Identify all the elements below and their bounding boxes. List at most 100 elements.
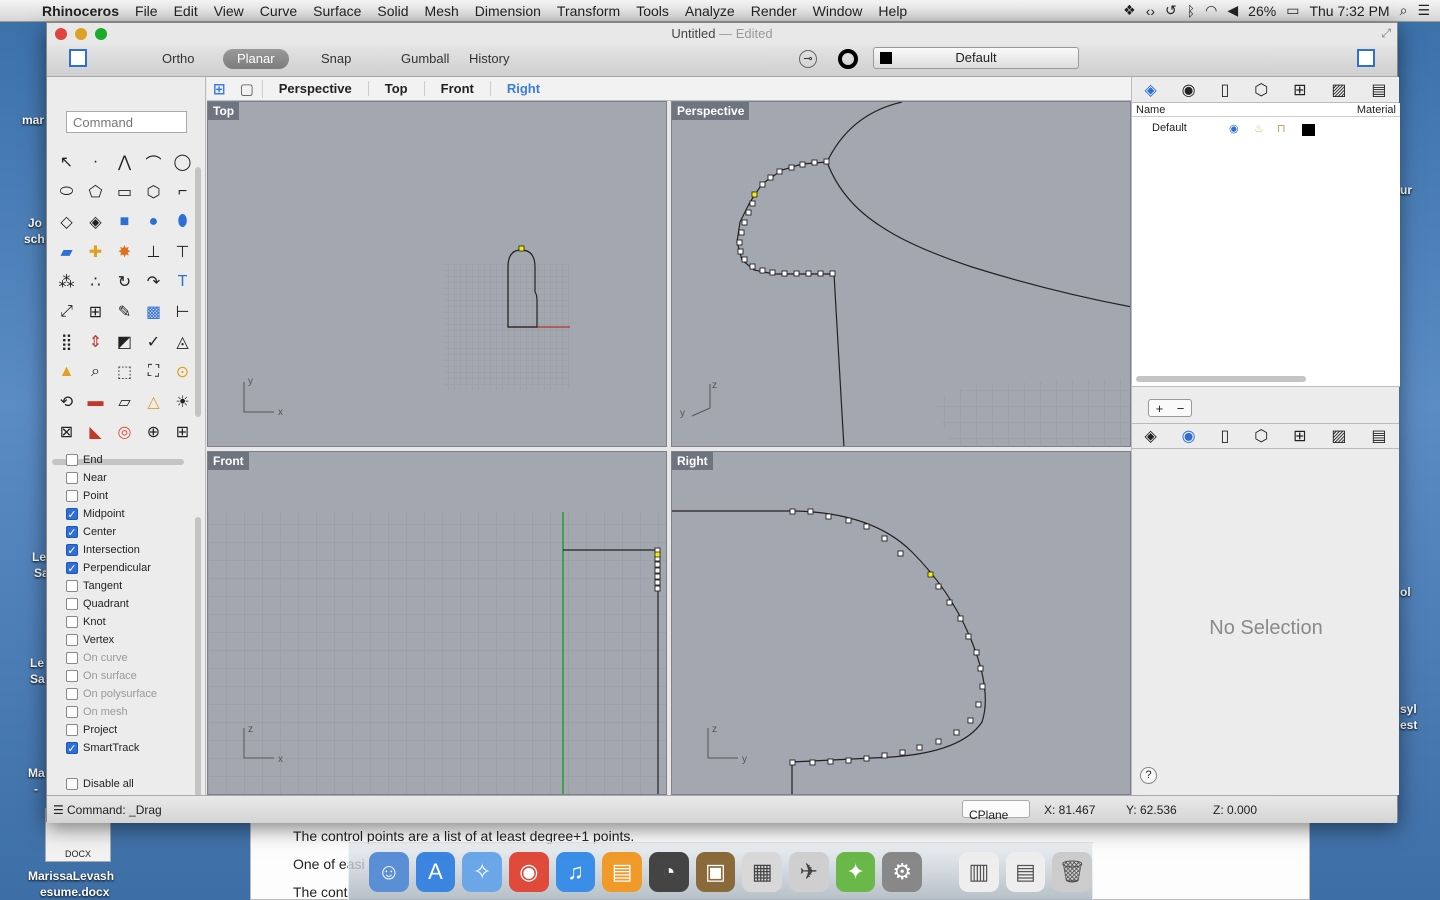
zoom-selected-tool-icon[interactable]: ⊙ bbox=[168, 357, 197, 387]
render-material-icon[interactable] bbox=[838, 49, 858, 69]
notes-panel-icon[interactable]: ▯ bbox=[1221, 80, 1230, 100]
checkbox[interactable]: ✓ bbox=[66, 562, 78, 575]
render-tool-icon[interactable]: ◣ bbox=[81, 417, 110, 447]
layer-color-swatch[interactable] bbox=[1302, 124, 1315, 136]
grid-tool-icon[interactable]: ⣿ bbox=[52, 327, 81, 357]
desktop-file-name[interactable]: esume.docx bbox=[40, 885, 109, 899]
tab-top[interactable]: Top bbox=[369, 81, 425, 96]
polyline-tool-icon[interactable]: ⋀ bbox=[110, 147, 139, 177]
display-panel-icon[interactable]: ▨ bbox=[1331, 426, 1346, 446]
menu-app-name[interactable]: Rhinoceros bbox=[34, 3, 127, 19]
desktop-label[interactable]: ur bbox=[1400, 183, 1412, 197]
checkbox[interactable] bbox=[66, 580, 78, 592]
dimension-tool-icon[interactable]: ⊢ bbox=[168, 297, 197, 327]
menu-dimension[interactable]: Dimension bbox=[467, 3, 549, 19]
menu-curve[interactable]: Curve bbox=[252, 3, 305, 19]
boolean-tool-icon[interactable]: ● bbox=[139, 207, 168, 237]
dashboard-icon[interactable]: ◔ bbox=[649, 851, 689, 892]
move-tool-icon[interactable]: ⤢ bbox=[52, 297, 81, 327]
transform-tool-icon[interactable]: ⇕ bbox=[81, 327, 110, 357]
check-tool-icon[interactable]: ✓ bbox=[139, 327, 168, 357]
tool-palette-vscrollbar[interactable] bbox=[195, 167, 201, 417]
osnap-vertex[interactable]: Vertex bbox=[66, 631, 157, 649]
time-machine-icon[interactable]: ↺ bbox=[1165, 2, 1177, 19]
fillet-tool-icon[interactable]: ⌐ bbox=[168, 177, 197, 207]
menu-render[interactable]: Render bbox=[743, 3, 805, 19]
curve-tool-icon[interactable]: ⌒ bbox=[139, 147, 168, 177]
desktop-label[interactable]: sch bbox=[24, 232, 45, 246]
osnap-midpoint[interactable]: ✓ Midpoint bbox=[66, 505, 157, 523]
planar-button[interactable]: Planar bbox=[223, 49, 289, 69]
menu-edit[interactable]: Edit bbox=[166, 3, 206, 19]
menu-file[interactable]: File bbox=[127, 3, 166, 19]
materials-panel-icon[interactable]: ◉ bbox=[1182, 426, 1196, 446]
align-tool-icon[interactable]: ⊞ bbox=[81, 297, 110, 327]
desktop-label[interactable]: mar bbox=[22, 113, 44, 127]
rotate-tool-icon[interactable]: ↻ bbox=[110, 267, 139, 297]
osnap-intersection[interactable]: ✓ Intersection bbox=[66, 541, 157, 559]
volume-icon[interactable]: ◀ bbox=[1227, 2, 1238, 19]
viewport-label[interactable]: Right bbox=[672, 452, 713, 470]
osnap-knot[interactable]: Knot bbox=[66, 613, 157, 631]
lock-tool-icon[interactable]: ⊠ bbox=[52, 417, 81, 447]
osnap-end[interactable]: End bbox=[66, 451, 157, 469]
layers-panel-icon[interactable]: ◈ bbox=[1144, 426, 1156, 446]
ellipse-tool-icon[interactable]: ⬭ bbox=[52, 177, 81, 207]
desktop-label[interactable]: est bbox=[1400, 718, 1417, 732]
layer-row[interactable]: Default ◉ ♨ ⊓ bbox=[1132, 121, 1400, 137]
osnap-perpendicular[interactable]: ✓ Perpendicular bbox=[66, 559, 157, 577]
desktop-file-name[interactable]: MarissaLevash bbox=[28, 869, 114, 883]
zoom-button[interactable] bbox=[95, 28, 107, 40]
system-preferences-icon[interactable]: ⚙ bbox=[882, 851, 923, 892]
iphoto-icon[interactable]: ▣ bbox=[695, 851, 736, 892]
grasshopper-icon[interactable]: ✦ bbox=[835, 851, 876, 892]
loft-tool-icon[interactable]: ◈ bbox=[81, 207, 110, 237]
split-tool-icon[interactable]: ⊤ bbox=[168, 237, 197, 267]
minimize-button[interactable] bbox=[75, 28, 87, 40]
objects-panel-icon[interactable]: ⬡ bbox=[1254, 80, 1268, 100]
osnap-scrollbar[interactable] bbox=[195, 517, 201, 813]
light-tool-icon[interactable]: ▲ bbox=[52, 357, 81, 387]
objects-panel-icon[interactable]: ⬡ bbox=[1254, 426, 1268, 446]
box-tool-icon[interactable]: ■ bbox=[110, 207, 139, 237]
code-icon[interactable]: ‹› bbox=[1146, 3, 1155, 19]
car-tool-icon[interactable]: ▬ bbox=[81, 387, 110, 417]
add-layer-icon[interactable]: + bbox=[1156, 401, 1164, 416]
clock[interactable]: Thu 7:32 PM bbox=[1309, 3, 1389, 19]
viewport-right[interactable]: Right z y bbox=[671, 451, 1131, 795]
zoom-extents-tool-icon[interactable]: ⛶ bbox=[139, 357, 168, 387]
layers-scrollbar[interactable] bbox=[1136, 376, 1306, 382]
lock-icon[interactable]: ⊓ bbox=[1277, 122, 1286, 135]
itunes-icon[interactable]: ♫ bbox=[555, 851, 596, 892]
rotate-view-tool-icon[interactable]: ⟲ bbox=[52, 387, 81, 417]
menu-solid[interactable]: Solid bbox=[369, 3, 416, 19]
checkbox[interactable]: ✓ bbox=[66, 526, 78, 539]
tab-front[interactable]: Front bbox=[425, 81, 491, 96]
tab-right[interactable]: Right bbox=[491, 81, 556, 96]
viewports-panel-icon[interactable]: ⊞ bbox=[1293, 426, 1306, 446]
checkbox[interactable] bbox=[66, 724, 78, 736]
polygon-tool-icon[interactable]: ⬠ bbox=[81, 177, 110, 207]
preview-icon[interactable]: ▦ bbox=[742, 851, 783, 892]
offset-tool-icon[interactable]: ⬡ bbox=[139, 177, 168, 207]
desktop-label[interactable]: Le bbox=[32, 550, 46, 564]
osnap-quadrant[interactable]: Quadrant bbox=[66, 595, 157, 613]
command-history-icon[interactable]: ☰ bbox=[53, 803, 64, 817]
menu-help[interactable]: Help bbox=[870, 3, 915, 19]
osnap-near[interactable]: Near bbox=[66, 469, 157, 487]
snap-button[interactable]: Snap bbox=[307, 49, 365, 69]
materials-panel-icon[interactable]: ◉ bbox=[1182, 80, 1196, 100]
gumball-button[interactable]: Gumball bbox=[387, 49, 463, 69]
fullscreen-icon[interactable]: ⤢ bbox=[1381, 26, 1391, 41]
current-layer-icon[interactable]: ◉ bbox=[1229, 122, 1239, 135]
document-panel-icon[interactable]: ▤ bbox=[1371, 426, 1386, 446]
layer-selector[interactable]: Default bbox=[873, 47, 1079, 69]
osnap-disable-all[interactable]: Disable all bbox=[66, 775, 157, 793]
close-button[interactable] bbox=[55, 28, 67, 40]
trim-tool-icon[interactable]: ⊥ bbox=[139, 237, 168, 267]
color-wheel-tool-icon[interactable]: ◎ bbox=[110, 417, 139, 447]
checkbox[interactable] bbox=[66, 778, 78, 790]
rectangle-tool-icon[interactable]: ▭ bbox=[110, 177, 139, 207]
bulb-tool-icon[interactable]: ☀ bbox=[168, 387, 197, 417]
spotlight-icon[interactable]: ⌕ bbox=[1400, 2, 1408, 19]
